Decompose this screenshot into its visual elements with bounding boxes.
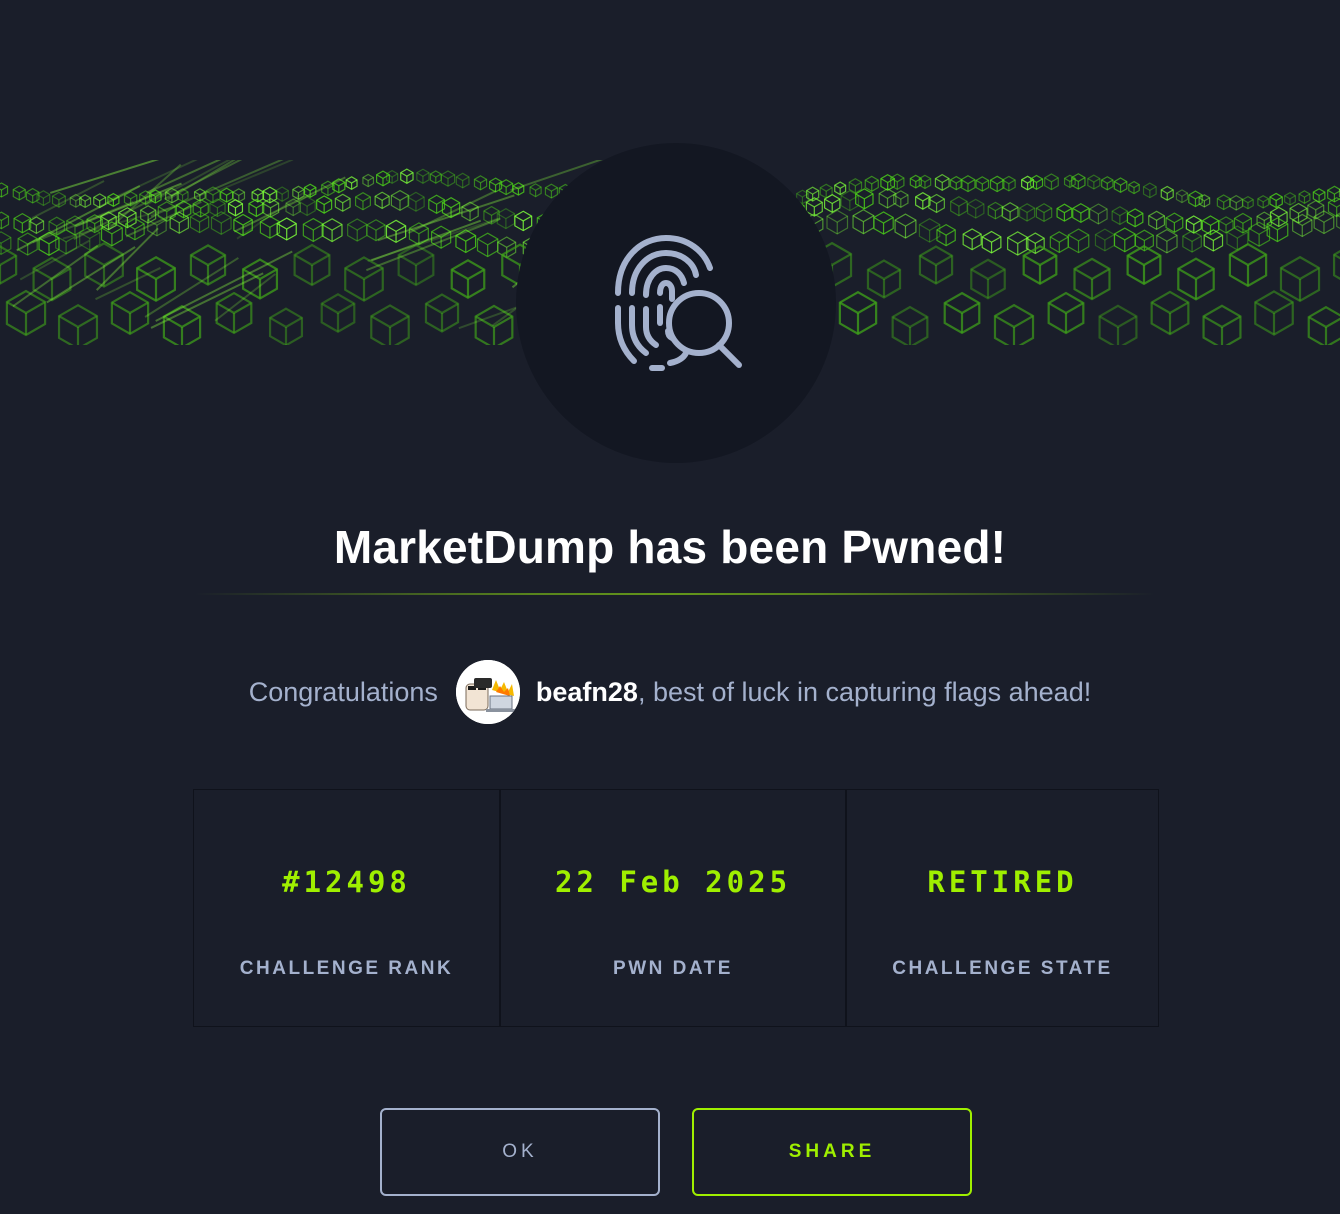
stat-label: PWN DATE	[613, 958, 733, 979]
title-divider	[195, 593, 1155, 595]
stat-value: 22 Feb 2025	[554, 865, 792, 899]
user-avatar	[455, 660, 520, 724]
username[interactable]: beafn28	[536, 677, 638, 708]
ok-button[interactable]: OK	[380, 1108, 660, 1196]
dialog-title: MarketDump has been Pwned!	[333, 521, 1007, 573]
share-button[interactable]: SHARE	[692, 1108, 972, 1196]
congrats-suffix: , best of luck in capturing flags ahead!	[637, 676, 1092, 707]
stat-value: RETIRED	[927, 865, 1078, 899]
fingerprint-search-icon	[615, 234, 742, 371]
congrats-message: Congratulations beafn28 , best of luck i…	[0, 660, 1340, 724]
pwned-dialog: MarketDump has been Pwned! Congratulatio…	[0, 0, 1340, 1214]
challenge-badge	[516, 143, 836, 463]
stat-label: CHALLENGE RANK	[239, 958, 454, 979]
stats-grid: #12498 CHALLENGE RANK 22 Feb 2025 PWN DA…	[193, 789, 1159, 1027]
stat-challenge-rank: #12498 CHALLENGE RANK	[194, 790, 501, 1026]
stat-label: CHALLENGE STATE	[892, 958, 1113, 979]
stat-value: #12498	[282, 865, 411, 899]
stat-pwn-date: 22 Feb 2025 PWN DATE	[501, 790, 847, 1026]
congrats-prefix: Congratulations	[248, 676, 438, 707]
stat-challenge-state: RETIRED CHALLENGE STATE	[847, 790, 1158, 1026]
